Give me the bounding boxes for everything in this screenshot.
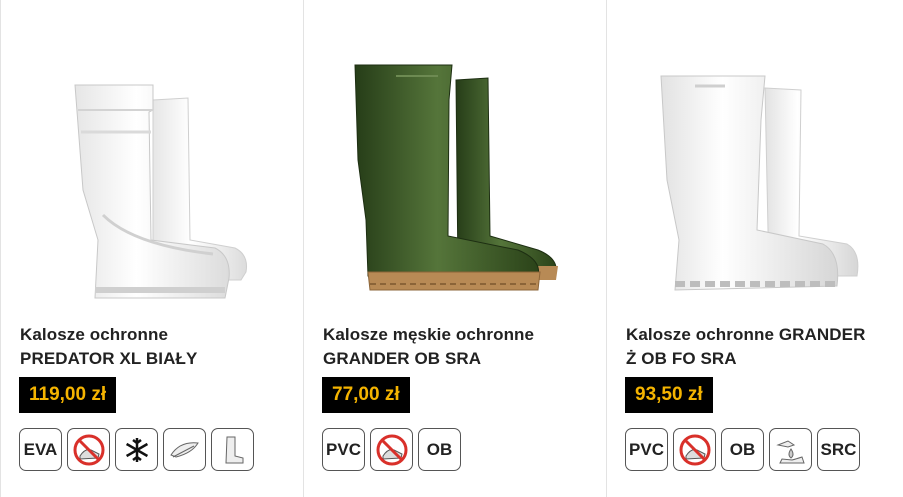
pvc-badge: PVC: [625, 428, 668, 471]
divider: [606, 0, 607, 497]
no-slip-icon: [67, 428, 110, 471]
pvc-badge: PVC: [322, 428, 365, 471]
product-image[interactable]: [609, 40, 903, 310]
product-title-line: Kalosze męskie ochronne: [323, 325, 535, 344]
product-title-line: Kalosze ochronne: [20, 325, 169, 344]
product-title[interactable]: Kalosze ochronne GRANDER Ż OB FO SRA: [626, 323, 903, 371]
no-slip-icon: [370, 428, 413, 471]
product-card[interactable]: Kalosze ochronne PREDATOR XL BIAŁY 119,0…: [3, 0, 303, 497]
product-title-line: Kalosze ochronne GRANDER: [626, 325, 866, 344]
eva-badge: EVA: [19, 428, 62, 471]
boot-icon: [211, 428, 254, 471]
price-tag: 93,50 zł: [625, 377, 713, 413]
feature-badges: PVC OB SRC: [625, 428, 860, 471]
product-card[interactable]: Kalosze ochronne GRANDER Ż OB FO SRA 93,…: [609, 0, 903, 497]
divider: [0, 0, 1, 497]
snowflake-icon: [115, 428, 158, 471]
product-image[interactable]: [306, 40, 606, 310]
price-tag: 77,00 zł: [322, 377, 410, 413]
product-grid: Kalosze ochronne PREDATOR XL BIAŁY 119,0…: [0, 0, 903, 497]
feature-badges: PVC OB: [322, 428, 461, 471]
product-title-line: Ż OB FO SRA: [626, 349, 737, 368]
product-title[interactable]: Kalosze męskie ochronne GRANDER OB SRA: [323, 323, 603, 371]
product-image[interactable]: [3, 40, 303, 310]
feature-badges: EVA: [19, 428, 254, 471]
no-slip-icon: [673, 428, 716, 471]
divider: [303, 0, 304, 497]
product-title-line: PREDATOR XL BIAŁY: [20, 349, 198, 368]
price-tag: 119,00 zł: [19, 377, 117, 413]
ob-badge: OB: [418, 428, 461, 471]
feather-icon: [163, 428, 206, 471]
product-title-line: GRANDER OB SRA: [323, 349, 482, 368]
ob-badge: OB: [721, 428, 764, 471]
product-title[interactable]: Kalosze ochronne PREDATOR XL BIAŁY: [20, 323, 300, 371]
oil-drop-icon: [769, 428, 812, 471]
src-badge: SRC: [817, 428, 860, 471]
product-card[interactable]: Kalosze męskie ochronne GRANDER OB SRA 7…: [306, 0, 606, 497]
